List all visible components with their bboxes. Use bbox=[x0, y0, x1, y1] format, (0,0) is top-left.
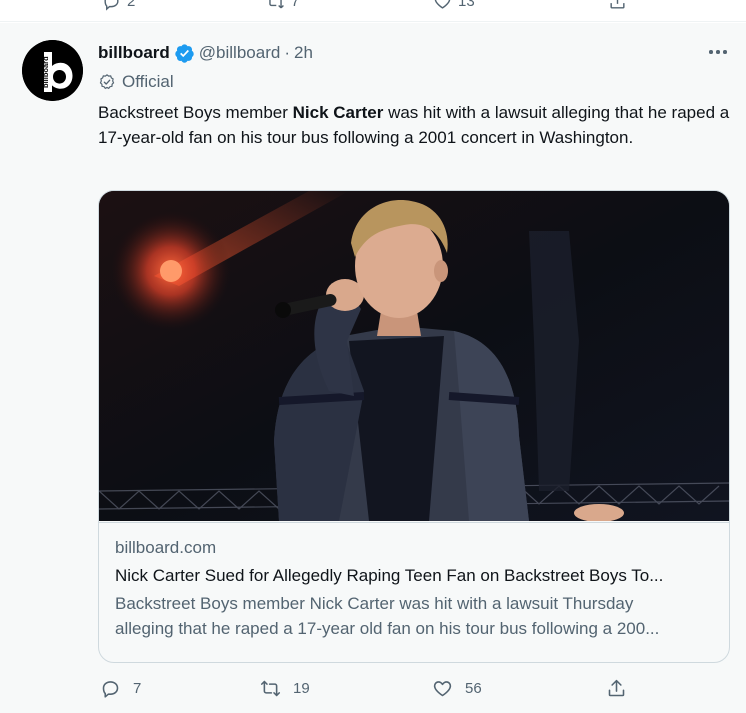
tweet-text-bold: Nick Carter bbox=[292, 103, 384, 122]
reply-icon bbox=[104, 0, 119, 11]
billboard-logo-icon: billboard bbox=[22, 40, 83, 101]
share-icon bbox=[608, 679, 625, 697]
tweet[interactable]: billboard billboard @billboard · 2h Offi… bbox=[0, 23, 746, 713]
separator-dot: · bbox=[284, 43, 290, 62]
like-count: 56 bbox=[465, 680, 482, 697]
tweet-timestamp[interactable]: 2h bbox=[294, 42, 313, 64]
card-body[interactable]: billboard.com Nick Carter Sued for Alleg… bbox=[99, 522, 729, 662]
retweet-icon bbox=[260, 680, 281, 697]
official-badge-icon bbox=[99, 74, 115, 90]
previous-tweet-actions: 2 7 13 bbox=[0, 0, 746, 22]
retweet-count: 19 bbox=[293, 680, 310, 697]
card-description: Backstreet Boys member Nick Carter was h… bbox=[115, 591, 715, 641]
reply-icon bbox=[102, 681, 119, 698]
retweet-icon bbox=[269, 0, 284, 9]
tweet-text: Backstreet Boys member Nick Carter was h… bbox=[98, 100, 738, 150]
prev-like-count: 13 bbox=[458, 0, 475, 10]
reply-count: 7 bbox=[133, 680, 142, 697]
card-description-line-2: alleging that he raped a 17-year old fan… bbox=[115, 619, 660, 638]
prev-reply-button[interactable]: 2 bbox=[102, 0, 135, 11]
card-title[interactable]: Nick Carter Sued for Allegedly Raping Te… bbox=[115, 565, 715, 587]
more-icon bbox=[709, 50, 714, 54]
avatar[interactable]: billboard bbox=[22, 40, 83, 101]
prev-like-button[interactable]: 13 bbox=[433, 0, 475, 11]
tweet-header: billboard @billboard · 2h bbox=[98, 42, 313, 64]
more-options-button[interactable] bbox=[706, 40, 730, 64]
verified-badge-icon bbox=[175, 43, 194, 63]
prev-retweet-button[interactable]: 7 bbox=[266, 0, 299, 11]
share-button[interactable] bbox=[606, 678, 627, 699]
tweet-actions: 7 19 56 bbox=[98, 678, 638, 706]
concert-photo bbox=[99, 191, 729, 521]
official-label: Official bbox=[98, 71, 174, 93]
avatar-wordmark: billboard bbox=[41, 56, 50, 88]
official-label-text: Official bbox=[122, 72, 174, 91]
card-domain: billboard.com bbox=[115, 538, 217, 557]
display-name[interactable]: billboard bbox=[98, 42, 170, 64]
share-icon bbox=[610, 0, 625, 9]
card-description-line-1: Backstreet Boys member Nick Carter was h… bbox=[115, 594, 634, 613]
prev-share-button[interactable] bbox=[608, 0, 627, 11]
author-handle[interactable]: @billboard bbox=[199, 42, 281, 64]
like-icon bbox=[433, 681, 452, 697]
tweet-text-prefix: Backstreet Boys member bbox=[98, 103, 293, 122]
link-card[interactable]: billboard.com Nick Carter Sued for Alleg… bbox=[98, 190, 730, 663]
like-button[interactable]: 56 bbox=[432, 678, 482, 699]
reply-button[interactable]: 7 bbox=[100, 678, 141, 699]
prev-retweet-count: 7 bbox=[291, 0, 300, 10]
like-icon bbox=[434, 0, 451, 9]
prev-reply-count: 2 bbox=[127, 0, 136, 10]
retweet-button[interactable]: 19 bbox=[260, 678, 310, 699]
card-image bbox=[99, 191, 729, 521]
